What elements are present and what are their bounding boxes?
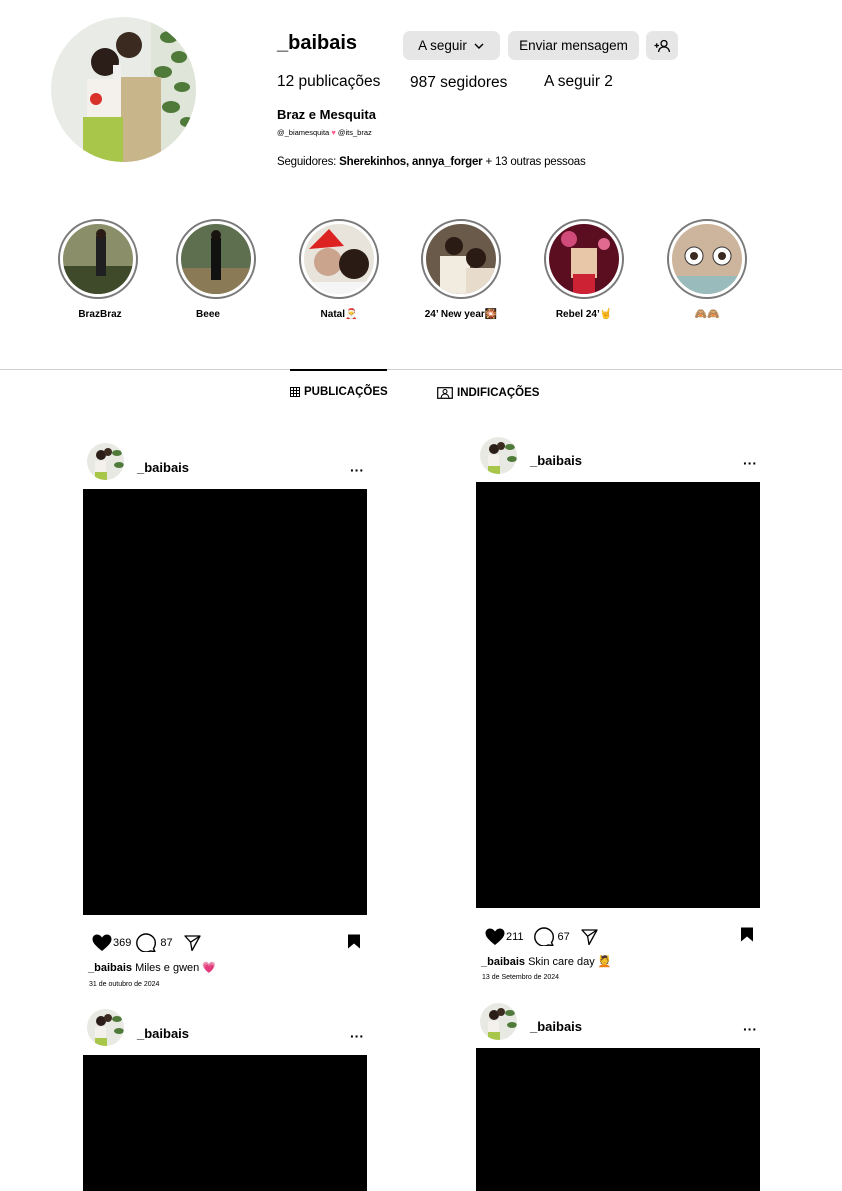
post-actions: 211 67 [485,927,598,946]
bookmark-icon[interactable] [740,927,754,942]
followed-by-names: Sherekinhos, annya_forger [339,156,483,168]
chevron-down-icon [474,43,484,49]
active-tab-indicator [290,369,387,371]
highlight-bubble[interactable] [176,219,256,299]
send-message-button[interactable]: Enviar mensagem [508,31,639,60]
post-username[interactable]: _baibais [530,453,582,468]
highlight-label: Rebel 24’🤘 [555,309,613,320]
more-options-icon[interactable]: ··· [350,462,364,478]
post-date: 13 de Setembro de 2024 [482,974,560,981]
more-options-icon[interactable]: ··· [350,1028,364,1044]
posts-count: 12 publicações [277,73,381,90]
post-username[interactable]: _baibais [530,1019,582,1034]
highlight-label: Beee [196,309,220,320]
comments-count: 87 [160,936,173,949]
post-caption: _baibais Miles e gwen 💗 [88,961,216,974]
more-options-icon[interactable]: ··· [743,1021,757,1037]
profile-username: _baibais [277,32,358,54]
share-icon[interactable] [183,934,201,951]
post-caption: _baibais Skin care day 💆 [481,955,611,968]
comment-icon[interactable] [136,933,157,952]
tab-tagged[interactable]: INDIFICAÇÕES [437,386,539,399]
post-image[interactable] [476,482,760,908]
likes-count: 369 [113,936,132,949]
highlight-label: 🙈🙈 [694,309,720,320]
bio-mention-2[interactable]: @its_braz [338,128,372,137]
add-person-button[interactable] [646,31,678,60]
caption-text: Miles e gwen 💗 [132,962,217,974]
share-icon[interactable] [581,928,598,945]
comment-icon[interactable] [533,927,554,946]
followed-by-prefix: Seguidores: [277,156,340,168]
tab-posts[interactable]: PUBLICAÇÕES [290,386,388,398]
following-count[interactable]: A seguir 2 [544,73,613,91]
tabs-divider [0,369,842,370]
tab-tagged-label: INDIFICAÇÕES [457,386,540,399]
post-avatar[interactable] [87,443,124,480]
followed-by-suffix: + 13 outras pessoas [482,156,586,168]
caption-username[interactable]: _baibais [88,962,132,974]
grid-icon [290,387,300,397]
highlight-bubble[interactable] [667,219,747,299]
likes-count: 211 [506,930,524,943]
bio-mention-1[interactable]: @_biamesquita [277,128,329,137]
post-avatar[interactable] [87,1009,124,1046]
followers-count[interactable]: 987 segidores [410,74,507,92]
caption-text: Skin care day 💆 [525,956,612,968]
tab-posts-label: PUBLICAÇÕES [304,386,388,398]
post-actions: 369 87 [92,933,201,952]
like-icon[interactable] [485,928,505,946]
post-image[interactable] [83,489,367,915]
highlight-bubble[interactable] [299,219,379,299]
highlight-label: BrazBraz [78,309,122,320]
tagged-icon [437,387,453,399]
following-button-label: A seguir [418,38,467,53]
highlight-label: Natal🎅 [320,309,358,320]
post-date: 31 de outubro de 2024 [89,981,160,988]
following-dropdown-button[interactable]: A seguir [403,31,500,60]
caption-username[interactable]: _baibais [481,956,525,968]
post-username[interactable]: _baibais [137,460,189,475]
profile-avatar[interactable] [51,17,196,162]
comments-count: 67 [557,930,570,943]
profile-full-name: Braz e Mesquita [277,107,376,122]
highlight-bubble[interactable] [58,219,138,299]
post-image[interactable] [83,1055,367,1191]
highlight-bubble[interactable] [544,219,624,299]
followed-by-text[interactable]: Seguidores: Sherekinhos, annya_forger + … [277,156,586,168]
post-username[interactable]: _baibais [137,1026,189,1041]
post-avatar[interactable] [480,437,517,474]
heart-icon: ♥ [331,128,336,137]
highlight-label: 24’ New year🎇 [424,309,498,320]
post-image[interactable] [476,1048,760,1191]
add-person-icon [654,39,670,52]
highlight-bubble[interactable] [421,219,501,299]
like-icon[interactable] [92,934,112,952]
post-avatar[interactable] [480,1003,517,1040]
send-message-label: Enviar mensagem [519,38,628,53]
bio-mentions: @_biamesquita ♥ @its_braz [277,128,372,137]
more-options-icon[interactable]: ··· [743,455,757,471]
bookmark-icon[interactable] [347,934,361,949]
